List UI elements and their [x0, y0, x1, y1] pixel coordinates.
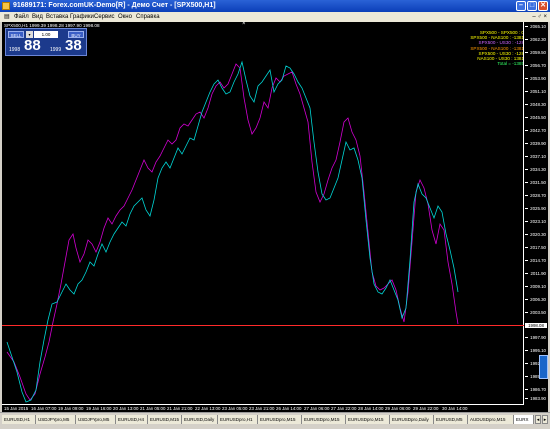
price-tick: 2011.90 [525, 271, 546, 276]
chart-tab[interactable]: EURUSD,M5 [434, 415, 468, 424]
time-tick: 28 Jan 14:00 [358, 406, 384, 411]
chart-tab[interactable]: EURUSD,H4 [116, 415, 148, 424]
time-tick: 20 Jan 13:00 [113, 406, 139, 411]
price-tick: 2028.70 [525, 193, 546, 198]
price-tick: 2034.30 [525, 167, 546, 172]
price-tick: 2045.50 [525, 115, 546, 120]
maximize-button[interactable]: □ [527, 1, 537, 11]
chart-tab[interactable]: EURUSD,H1 [2, 415, 36, 424]
chart-tab-active[interactable]: EURX [514, 415, 534, 424]
app-icon [2, 2, 10, 10]
chart-tab[interactable]: EURUSDpro,H1 [218, 415, 258, 424]
price-tick: 2025.90 [525, 206, 546, 211]
time-tick: 27 Jan 22:00 [331, 406, 357, 411]
price-axis: 2065.10 2062.30 2059.50 2056.70 2053.90 … [523, 22, 548, 404]
side-scroll-widget[interactable] [539, 355, 548, 379]
series-primary-line [6, 63, 459, 401]
tab-scroll-right-icon[interactable]: ▸ [542, 415, 548, 424]
menu-file[interactable]: Файл [14, 13, 29, 21]
price-lines [6, 60, 459, 403]
bid-price-line [2, 325, 524, 326]
time-tick: 21 Jan 05:00 [140, 406, 166, 411]
time-tick: 21 Jan 21:00 [167, 406, 193, 411]
time-tick: 22 Jan 13:00 [195, 406, 221, 411]
time-tick: 15 Jan 2015 [4, 406, 29, 411]
chart-tab[interactable]: EURUSDpro,M15 [302, 415, 346, 424]
time-tick: 27 Jan 06:00 [304, 406, 330, 411]
time-tick: 16 Jan 07:00 [31, 406, 57, 411]
chart-tabs-bar: EURUSD,H1 USDJPYpro,M5 USDJPYpro,M5 EURU… [0, 412, 550, 429]
time-tick: 26 Jan 14:00 [276, 406, 302, 411]
series-secondary-line [6, 60, 459, 403]
price-tick: 1997.90 [525, 335, 546, 340]
price-tick: 2017.50 [525, 245, 546, 250]
price-tick: 2037.10 [525, 154, 546, 159]
menu-view[interactable]: Вид [32, 13, 43, 21]
price-tick: 2059.50 [525, 50, 546, 55]
minimize-button[interactable]: – [516, 1, 526, 11]
price-tick: 2056.70 [525, 63, 546, 68]
time-tick: 19 Jan 09:00 [58, 406, 84, 411]
menu-insert[interactable]: Вставка [46, 13, 68, 21]
time-tick: 29 Jan 06:00 [385, 406, 411, 411]
price-tick: 2009.10 [525, 284, 546, 289]
time-tick: 30 Jan 14:00 [442, 406, 468, 411]
window-titlebar: 91689171: Forex.comUK-Demo[R] - Демо Сче… [0, 0, 550, 12]
chart-tab[interactable]: EURUSDpro,Daily [390, 415, 434, 424]
price-tick: 2039.90 [525, 141, 546, 146]
menu-bar: ▤ Файл Вид Вставка Графики Сервис Окно С… [0, 12, 550, 22]
chart-tab[interactable]: EURUSD,Daily [182, 415, 218, 424]
chart-tab[interactable]: EURUSD,M15 [148, 415, 182, 424]
chart-area[interactable]: SPX500,H1 1999.39 1998.28 1997.90 1998.0… [2, 21, 548, 412]
chart-tab[interactable]: EURUSDpro,M15 [258, 415, 302, 424]
chart-tab[interactable]: AUDUSDpro,M15 [468, 415, 514, 424]
current-price-label: 1998.08 [525, 323, 547, 328]
price-tick: 2048.30 [525, 102, 546, 107]
menu-help[interactable]: Справка [136, 13, 160, 21]
time-tick: 29 Jan 22:00 [413, 406, 439, 411]
window-title: 91689171: Forex.comUK-Demo[R] - Демо Сче… [13, 2, 216, 9]
price-tick: 2003.50 [525, 310, 546, 315]
menu-window[interactable]: Окно [118, 13, 132, 21]
price-tick: 2020.30 [525, 232, 546, 237]
chart-tab[interactable]: USDJPYpro,M5 [76, 415, 116, 424]
price-tick: 2014.70 [525, 258, 546, 263]
price-tick: 2006.30 [525, 297, 546, 302]
time-tick: 23 Jan 05:00 [222, 406, 248, 411]
price-tick: 2023.10 [525, 219, 546, 224]
tab-scroll-left-icon[interactable]: ◂ [535, 415, 541, 424]
mdi-controls[interactable]: – ♂ × [532, 13, 547, 21]
time-tick: 19 Jan 16:00 [86, 406, 112, 411]
price-tick: 2053.90 [525, 76, 546, 81]
price-tick: 2031.50 [525, 180, 546, 185]
price-tick: 2042.70 [525, 128, 546, 133]
time-tick: 23 Jan 21:00 [249, 406, 275, 411]
menu-tools[interactable]: Сервис [94, 13, 115, 21]
chart-menu-icon[interactable]: ▤ [4, 13, 10, 21]
price-tick: 2065.10 [525, 24, 546, 29]
price-tick: 2051.10 [525, 89, 546, 94]
menu-charts[interactable]: Графики [70, 13, 94, 21]
price-tick: 1995.10 [525, 348, 546, 353]
price-tick: 2062.30 [525, 37, 546, 42]
chart-tab[interactable]: EURUSDpro,M15 [346, 415, 390, 424]
close-button[interactable]: ✕ [538, 1, 548, 11]
chart-tab[interactable]: USDJPYpro,M5 [36, 415, 76, 424]
price-tick: 1983.90 [525, 396, 546, 401]
price-tick: 1986.70 [525, 387, 546, 392]
